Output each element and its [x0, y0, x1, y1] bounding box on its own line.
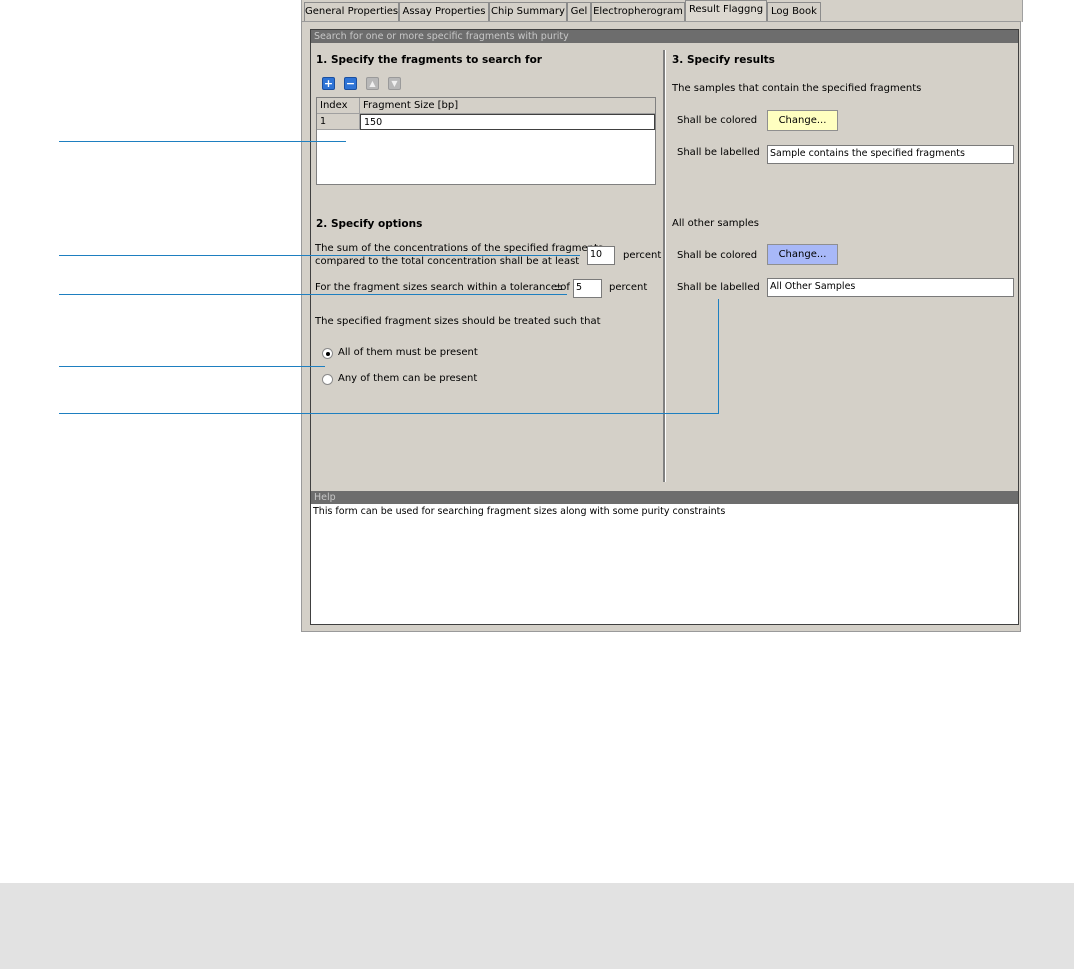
concentration-label-line1: The sum of the concentrations of the spe… [315, 243, 604, 254]
footer-band [0, 883, 1074, 969]
form-header: Search for one or more specific fragment… [311, 30, 1018, 43]
tab-electropherogram[interactable]: Electropherogram [591, 2, 685, 21]
arrow-down-icon[interactable]: ▼ [388, 77, 401, 90]
section-divider [663, 50, 666, 482]
callout-line-table [59, 141, 346, 142]
concentration-input[interactable]: 10 [587, 246, 615, 265]
section1-title: 1. Specify the fragments to search for [316, 54, 542, 66]
callout-line-results [59, 413, 719, 414]
minus-icon[interactable]: − [344, 77, 357, 90]
contain-change-button[interactable]: Change... [767, 110, 838, 131]
tab-chip-summary[interactable]: Chip Summary [489, 2, 567, 21]
treatment-label: The specified fragment sizes should be t… [315, 316, 601, 327]
tab-log-book[interactable]: Log Book [767, 2, 821, 21]
contain-label: The samples that contain the specified f… [672, 83, 922, 94]
tab-assay-properties[interactable]: Assay Properties [399, 2, 489, 21]
table-row-fragment-size[interactable]: 150 [360, 114, 655, 130]
help-header: Help [311, 491, 1018, 504]
contain-label-input[interactable]: Sample contains the specified fragments [767, 145, 1014, 164]
contain-colored-label: Shall be colored [677, 115, 758, 126]
tab-bar: General Properties Assay Properties Chip… [301, 0, 1023, 22]
callout-line-tolerance [59, 294, 567, 295]
tab-result-flagging[interactable]: Result Flaggng [685, 0, 767, 22]
radio-any-label[interactable]: Any of them can be present [338, 373, 477, 384]
tolerance-label: For the fragment sizes search within a t… [315, 282, 570, 293]
concentration-label-line2: compared to the total concentration shal… [315, 256, 580, 267]
callout-line-results-vertical [718, 299, 719, 414]
other-samples-label: All other samples [672, 218, 759, 229]
other-colored-label: Shall be colored [677, 250, 758, 261]
column-header-index[interactable]: Index [317, 98, 360, 114]
radio-all-present[interactable] [322, 348, 333, 359]
plus-minus-icon: ± [554, 280, 564, 293]
other-change-button[interactable]: Change... [767, 244, 838, 265]
section2-title: 2. Specify options [316, 218, 423, 230]
contain-labelled-label: Shall be labelled [677, 147, 760, 158]
tolerance-percent-label: percent [609, 282, 648, 293]
other-label-input[interactable]: All Other Samples [767, 278, 1014, 297]
tab-gel[interactable]: Gel [567, 2, 591, 21]
tolerance-input[interactable]: 5 [573, 279, 602, 298]
callout-line-radio [59, 366, 325, 367]
section3-title: 3. Specify results [672, 54, 775, 66]
radio-any-present[interactable] [322, 374, 333, 385]
callout-line-concentration [59, 255, 580, 256]
tab-general-properties[interactable]: General Properties [304, 2, 399, 21]
fragment-table: Index Fragment Size [bp] 1 150 [316, 97, 656, 185]
arrow-up-icon[interactable]: ▲ [366, 77, 379, 90]
concentration-percent-label: percent [623, 250, 662, 261]
radio-all-label[interactable]: All of them must be present [338, 347, 478, 358]
plus-icon[interactable]: + [322, 77, 335, 90]
column-header-fragment-size[interactable]: Fragment Size [bp] [360, 98, 655, 114]
other-labelled-label: Shall be labelled [677, 282, 760, 293]
help-text: This form can be used for searching frag… [311, 504, 1018, 624]
table-row-index[interactable]: 1 [317, 114, 360, 130]
